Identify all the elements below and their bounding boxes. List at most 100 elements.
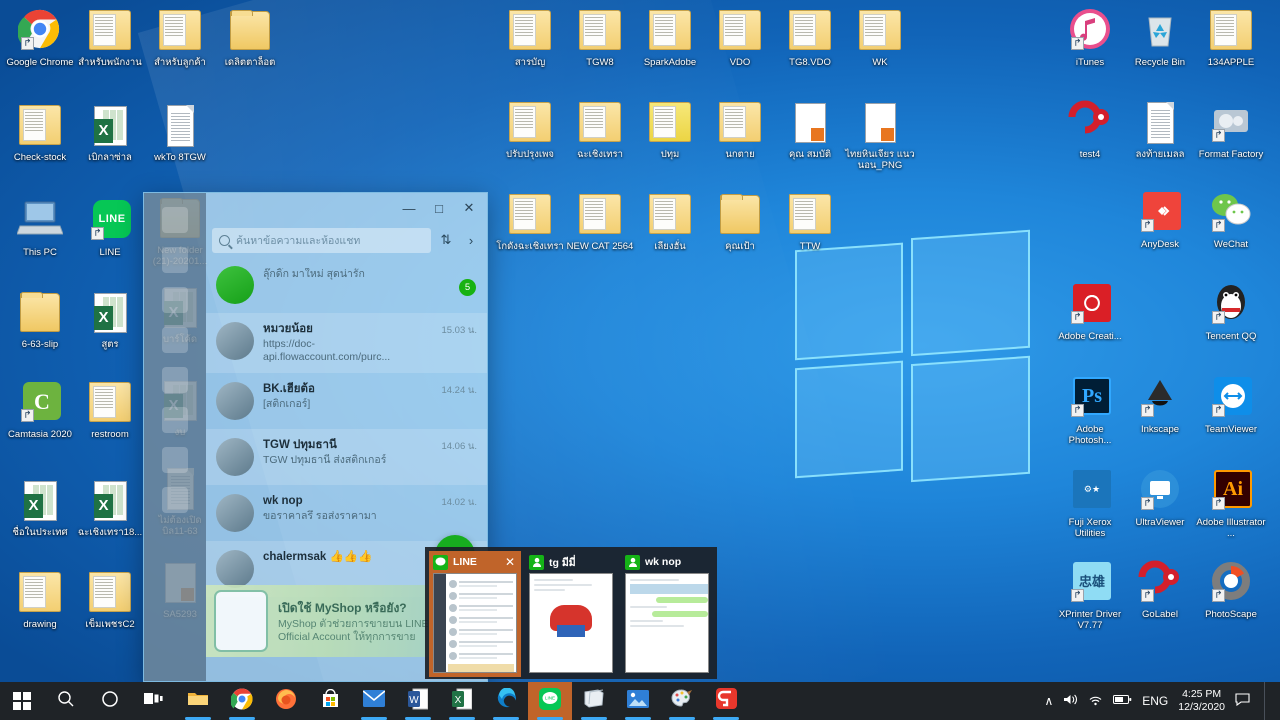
desktop-icon[interactable]: ไทยหินเจียร แนวนอน_PNG [845,100,915,171]
chat-list-item[interactable]: TGW ปทุมธานี TGW ปทุมธานี ส่งสติกเกอร์ 14.… [206,429,487,485]
file-explorer-button[interactable] [176,682,220,720]
microsoft-store-button[interactable] [308,682,352,720]
show-desktop-button[interactable] [1264,682,1274,720]
minimize-button[interactable]: — [395,196,423,220]
language-indicator[interactable]: ENG [1142,694,1168,708]
rail-profile-icon[interactable] [162,207,188,233]
search-button[interactable] [44,682,88,720]
thumbnail-close-icon[interactable]: ✕ [503,555,517,569]
rail-news-icon[interactable] [162,367,188,393]
chat-list-item[interactable]: หมวยน้อย https://doc-api.flowaccount.com… [206,313,487,373]
desktop-icon[interactable]: ↱ GoLabel [1125,560,1195,620]
desktop-icon[interactable]: ปรับปรุงเพจ [495,100,565,160]
rail-friends-icon[interactable] [162,287,188,313]
desktop[interactable]: ↱ Google Chrome สำหรับพนักงาน สำหรับลูกค้าเ… [0,0,1280,720]
network-icon[interactable] [1088,693,1103,709]
volume-icon[interactable] [1063,693,1078,709]
desktop-icon[interactable]: SparkAdobe [635,8,705,68]
desktop-icon[interactable]: X เบิกลาซ่าล [75,103,145,163]
excel-button[interactable]: X [440,682,484,720]
desktop-icon[interactable]: ฉะเชิงเทรา [565,100,635,160]
desktop-icon[interactable]: สารบัญ [495,8,565,68]
desktop-icon[interactable]: คุณ สมบัติ [775,100,845,160]
desktop-icon[interactable]: Ps ↱ Adobe Photosh... [1055,375,1125,446]
chat-list-item[interactable]: wk nop ขอราคาลรึ รอส่งราคามา 14.02 น. [206,485,487,541]
desktop-icon[interactable]: ลงท้ายเมลล [1125,100,1195,160]
desktop-icon[interactable]: ↱ Adobe Creati... [1055,282,1125,342]
system-tray[interactable]: ∧ ENG 4:25 PM 12/3/2020 [1044,682,1280,720]
desktop-icon[interactable]: C ↱ Camtasia 2020 [5,380,75,440]
desktop-icon[interactable]: ↱ Format Factory [1196,100,1266,160]
desktop-icon[interactable]: คุณเป้า [705,192,775,252]
desktop-icon[interactable]: X สูตร [75,290,145,350]
desktop-icon[interactable]: 忠雄 ↱ XPrinter Driver V7.77 [1055,560,1125,631]
desktop-icon[interactable]: TTW [775,192,845,252]
desktop-icon[interactable]: VDO [705,8,775,68]
taskbar-thumbnail[interactable]: tg มีมี่ [525,551,617,677]
desktop-icon[interactable]: X ฉะเชิงเทรา18... [75,478,145,538]
rail-chats-icon[interactable] [162,247,188,273]
desktop-icon[interactable]: ⚙★ Fuji Xerox Utilities [1055,468,1125,539]
chevron-right-icon[interactable]: › [461,233,481,248]
desktop-icon[interactable]: wkTo 8TGW [145,103,215,163]
edge-button[interactable] [484,682,528,720]
desktop-icon[interactable]: ↱ PhotoScape [1196,560,1266,620]
taskbar-thumbnail-previews[interactable]: LINE ✕ tg มีมี่ wk nop [425,547,717,679]
desktop-icon[interactable]: สำหรับพนักงาน [75,8,145,68]
desktop-icon[interactable]: เดลิตตาล็อต [215,8,285,68]
action-center-icon[interactable] [1235,693,1250,709]
desktop-icon[interactable]: 134APPLE [1196,8,1266,68]
desktop-icon[interactable]: restroom [75,380,145,440]
word-button[interactable]: W [396,682,440,720]
line-titlebar[interactable]: — □ ✕ [206,193,487,223]
line-search-row[interactable]: ค้นหาข้อความและห้องแชท ⇅ › [206,223,487,257]
desktop-icon[interactable]: LINE ↱ LINE [75,198,145,258]
desktop-icon[interactable]: โกดังฉะเชิงเทรา [495,192,565,252]
chat-list-item[interactable]: BK.เฮียต้อ [สติกเกอร์] 14.24 น. [206,373,487,429]
desktop-icon[interactable]: สำหรับลูกค้า [145,8,215,68]
sticky-notes-button[interactable] [572,682,616,720]
start-button[interactable] [0,682,44,720]
camtasia-button[interactable] [704,682,748,720]
photos-button[interactable] [616,682,660,720]
desktop-icon[interactable]: Ai ↱ Adobe Illustrator ... [1196,468,1266,539]
desktop-icon[interactable]: ↱ Tencent QQ [1196,282,1266,342]
close-button[interactable]: ✕ [455,196,483,220]
desktop-icon[interactable]: ↱ iTunes [1055,8,1125,68]
sort-icon[interactable]: ⇅ [436,232,456,248]
desktop-icon[interactable]: ↱ AnyDesk [1125,190,1195,250]
desktop-icon[interactable]: เลียงฮั่น [635,192,705,252]
search-input[interactable]: ค้นหาข้อความและห้องแชท [212,227,431,253]
taskbar-thumbnail[interactable]: wk nop [621,551,713,677]
desktop-icon[interactable]: 6-63-slip [5,290,75,350]
line-nav-rail[interactable] [144,193,206,681]
desktop-icon[interactable]: TGW8 [565,8,635,68]
desktop-icon[interactable]: X ชื่อในประเทศ [5,478,75,538]
desktop-icon[interactable]: นกตาย [705,100,775,160]
desktop-icon[interactable]: ↱ WeChat [1196,190,1266,250]
desktop-icon[interactable]: NEW CAT 2564 [565,192,635,252]
chat-list-item[interactable]: ลุ๊กดิ๊ก มาใหม่ สุดน่ารัก 5 [206,257,487,313]
paint-button[interactable] [660,682,704,720]
desktop-icon[interactable]: TG8.VDO [775,8,845,68]
firefox-button[interactable] [264,682,308,720]
maximize-button[interactable]: □ [425,196,453,220]
desktop-icon[interactable]: WK [845,8,915,68]
desktop-icon[interactable]: This PC [5,198,75,258]
desktop-icon[interactable]: Recycle Bin [1125,8,1195,68]
mail-button[interactable] [352,682,396,720]
show-hidden-icons-chevron[interactable]: ∧ [1044,694,1053,708]
line-button[interactable]: LINE [528,682,572,720]
rail-more-icon[interactable] [162,447,188,473]
desktop-icon[interactable]: ปทุม [635,100,705,160]
chrome-button[interactable] [220,682,264,720]
desktop-icon[interactable]: drawing [5,570,75,630]
desktop-icon[interactable]: test4 [1055,100,1125,160]
cortana-button[interactable] [88,682,132,720]
rail-settings-icon[interactable] [162,487,188,513]
task-view-button[interactable] [132,682,176,720]
taskbar[interactable]: W X LINE ∧ ENG 4:25 PM 12/3/2020 [0,682,1280,720]
desktop-icon[interactable]: ↱ Inkscape [1125,375,1195,435]
desktop-icon[interactable]: ↱ UltraViewer [1125,468,1195,528]
rail-wallet-icon[interactable] [162,407,188,433]
